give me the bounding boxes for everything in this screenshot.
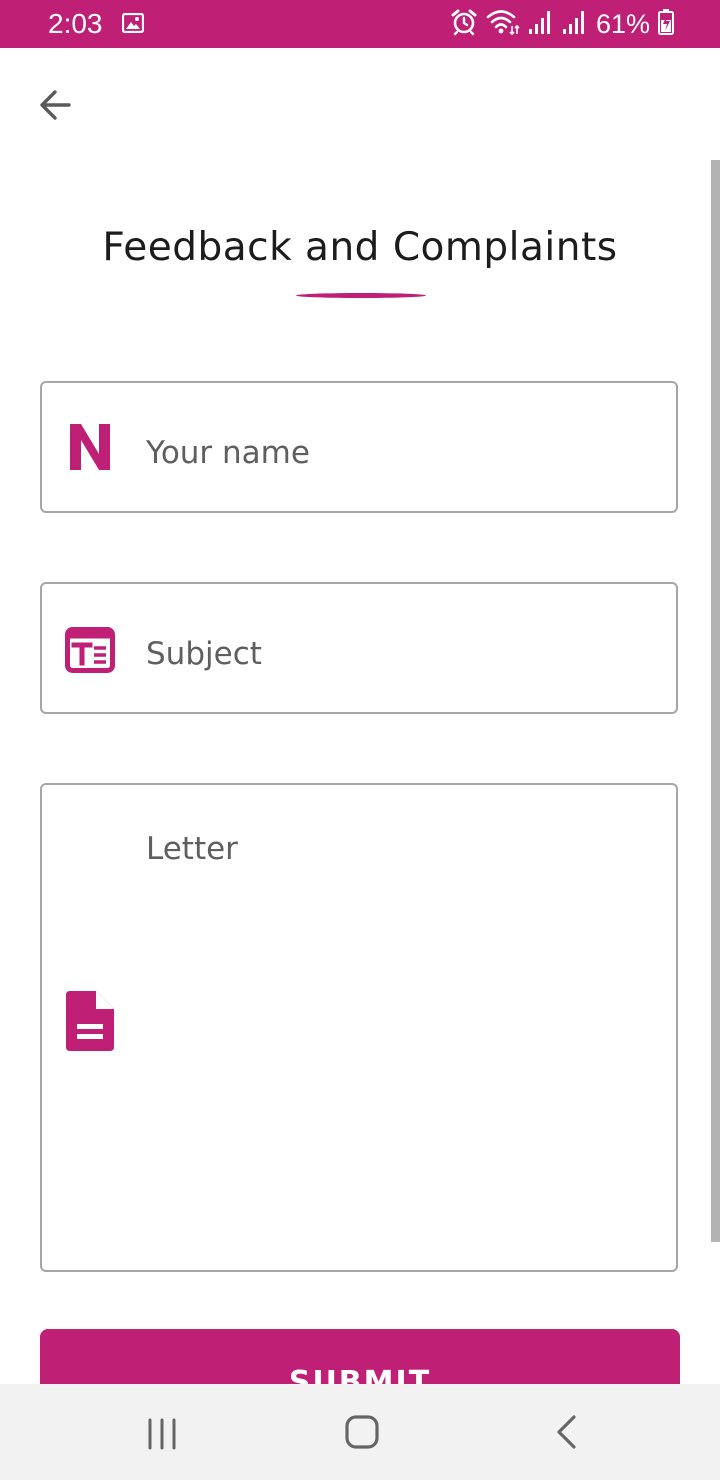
recents-icon (148, 1418, 176, 1450)
home-button[interactable] (336, 1406, 388, 1458)
back-chevron-icon (557, 1415, 576, 1449)
signal-icon-2 (562, 9, 588, 39)
letter-n-icon (64, 421, 116, 473)
name-placeholder: Your name (146, 435, 310, 471)
gallery-notification-icon (121, 12, 145, 34)
arrow-left-icon (40, 90, 71, 120)
letter-field[interactable]: Letter (40, 783, 678, 1272)
subject-card-icon (64, 624, 116, 676)
name-field[interactable]: Your name (40, 381, 678, 513)
title-underline (296, 293, 426, 298)
page-title: Feedback and Complaints (102, 225, 618, 270)
battery-charging-icon (658, 9, 674, 39)
status-icons: 61% (450, 6, 674, 42)
recents-button[interactable] (136, 1408, 188, 1460)
back-button[interactable] (28, 78, 82, 132)
subject-placeholder: Subject (146, 636, 262, 672)
home-icon (345, 1415, 379, 1449)
battery-percent: 61% (595, 9, 650, 39)
nav-back-button[interactable] (540, 1406, 592, 1458)
wifi-icon (486, 8, 520, 40)
subject-field[interactable]: Subject (40, 582, 678, 714)
system-nav-bar (0, 1384, 720, 1480)
document-icon (64, 991, 116, 1051)
status-time: 2:03 (48, 8, 103, 39)
alarm-icon (450, 8, 478, 40)
status-bar: 2:03 61% (0, 0, 720, 48)
signal-icon-1 (528, 9, 554, 39)
scrollbar[interactable] (711, 160, 720, 1242)
letter-placeholder: Letter (146, 831, 238, 867)
feedback-screen: 2:03 61% Feedback and Complaints Your na… (0, 0, 720, 1480)
